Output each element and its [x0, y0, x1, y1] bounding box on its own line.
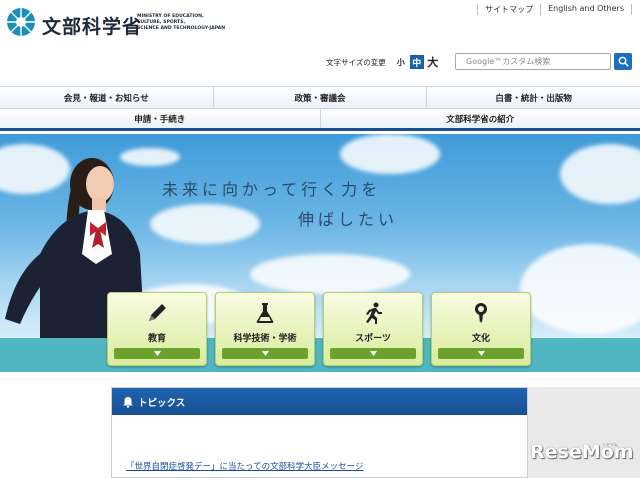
- cloud: [250, 254, 410, 294]
- site-header: 文部科学省 MINISTRY OF EDUCATION, CULTURE, SP…: [0, 0, 640, 86]
- triangle-down-icon: [261, 351, 269, 356]
- pencil-icon: [149, 304, 166, 321]
- topics-header: トピックス: [112, 388, 527, 415]
- font-size-switcher: 文字サイズの変更 小 中 大: [326, 55, 440, 69]
- logo-title[interactable]: 文部科学省: [42, 12, 142, 39]
- triangle-down-icon: [369, 351, 377, 356]
- english-link[interactable]: English and Others: [540, 4, 632, 15]
- topics-title: トピックス: [138, 397, 186, 409]
- main-nav-row-2: 申請・手続き 文部科学省の紹介: [0, 109, 640, 131]
- category-expand-bar: [438, 348, 524, 359]
- category-label: 文化: [471, 334, 490, 344]
- medal-icon: [475, 303, 487, 323]
- cloud: [520, 244, 640, 334]
- logo-subtitle: MINISTRY OF EDUCATION, CULTURE, SPORTS, …: [137, 14, 226, 31]
- search-button[interactable]: [614, 53, 632, 70]
- font-medium-button[interactable]: 中: [409, 55, 424, 69]
- topic-link[interactable]: 「世界自閉症啓発デー」に当たっての文部科学大臣メッセージ: [126, 460, 363, 472]
- nav-application[interactable]: 申請・手続き: [0, 109, 321, 128]
- hero-bottom-band: [0, 338, 640, 372]
- flask-icon: [256, 303, 274, 323]
- runner-icon: [366, 302, 382, 324]
- mext-logo-icon[interactable]: [6, 7, 36, 37]
- side-panel: [528, 387, 640, 478]
- category-education-button[interactable]: 教育: [107, 292, 207, 366]
- triangle-down-icon: [477, 351, 485, 356]
- font-size-label: 文字サイズの変更: [326, 57, 386, 67]
- main-nav-row-1: 会見・報道・お知らせ 政策・審議会 白書・統計・出版物: [0, 86, 640, 109]
- search-input[interactable]: Google™カスタム検索: [455, 53, 611, 70]
- category-culture-button[interactable]: 文化: [431, 292, 531, 366]
- nav-press[interactable]: 会見・報道・お知らせ: [0, 87, 214, 108]
- search-icon: [618, 56, 629, 67]
- cloud: [150, 204, 260, 244]
- bell-icon: [123, 396, 133, 408]
- category-expand-bar: [330, 348, 416, 359]
- category-label: スポーツ: [355, 334, 391, 344]
- sitemap-link[interactable]: サイトマップ: [477, 4, 540, 15]
- nav-about[interactable]: 文部科学省の紹介: [321, 109, 640, 128]
- top-links: サイトマップ English and Others: [477, 4, 632, 15]
- font-small-button[interactable]: 小: [394, 55, 408, 69]
- hero-banner: 未来に向かって行く力を 伸ばしたい: [0, 134, 640, 338]
- category-sports-button[interactable]: スポーツ: [323, 292, 423, 366]
- category-expand-bar: [222, 348, 308, 359]
- category-label: 教育: [147, 334, 166, 344]
- category-label: 科学技術・学術: [233, 334, 297, 344]
- hero-tagline-2: 伸ばしたい: [298, 210, 399, 229]
- triangle-down-icon: [153, 351, 161, 356]
- cloud: [340, 134, 440, 174]
- font-large-button[interactable]: 大: [426, 55, 440, 69]
- topics-panel: トピックス 「世界自閉症啓発デー」に当たっての文部科学大臣メッセージ: [111, 387, 528, 478]
- cloud: [560, 144, 640, 204]
- category-expand-bar: [114, 348, 200, 359]
- hero-tagline-1: 未来に向かって行く力を: [162, 180, 382, 199]
- nav-whitepaper[interactable]: 白書・統計・出版物: [427, 87, 640, 108]
- category-science-button[interactable]: 科学技術・学術: [215, 292, 315, 366]
- resemom-watermark-kana: リセマム: [602, 442, 618, 447]
- nav-policy[interactable]: 政策・審議会: [214, 87, 428, 108]
